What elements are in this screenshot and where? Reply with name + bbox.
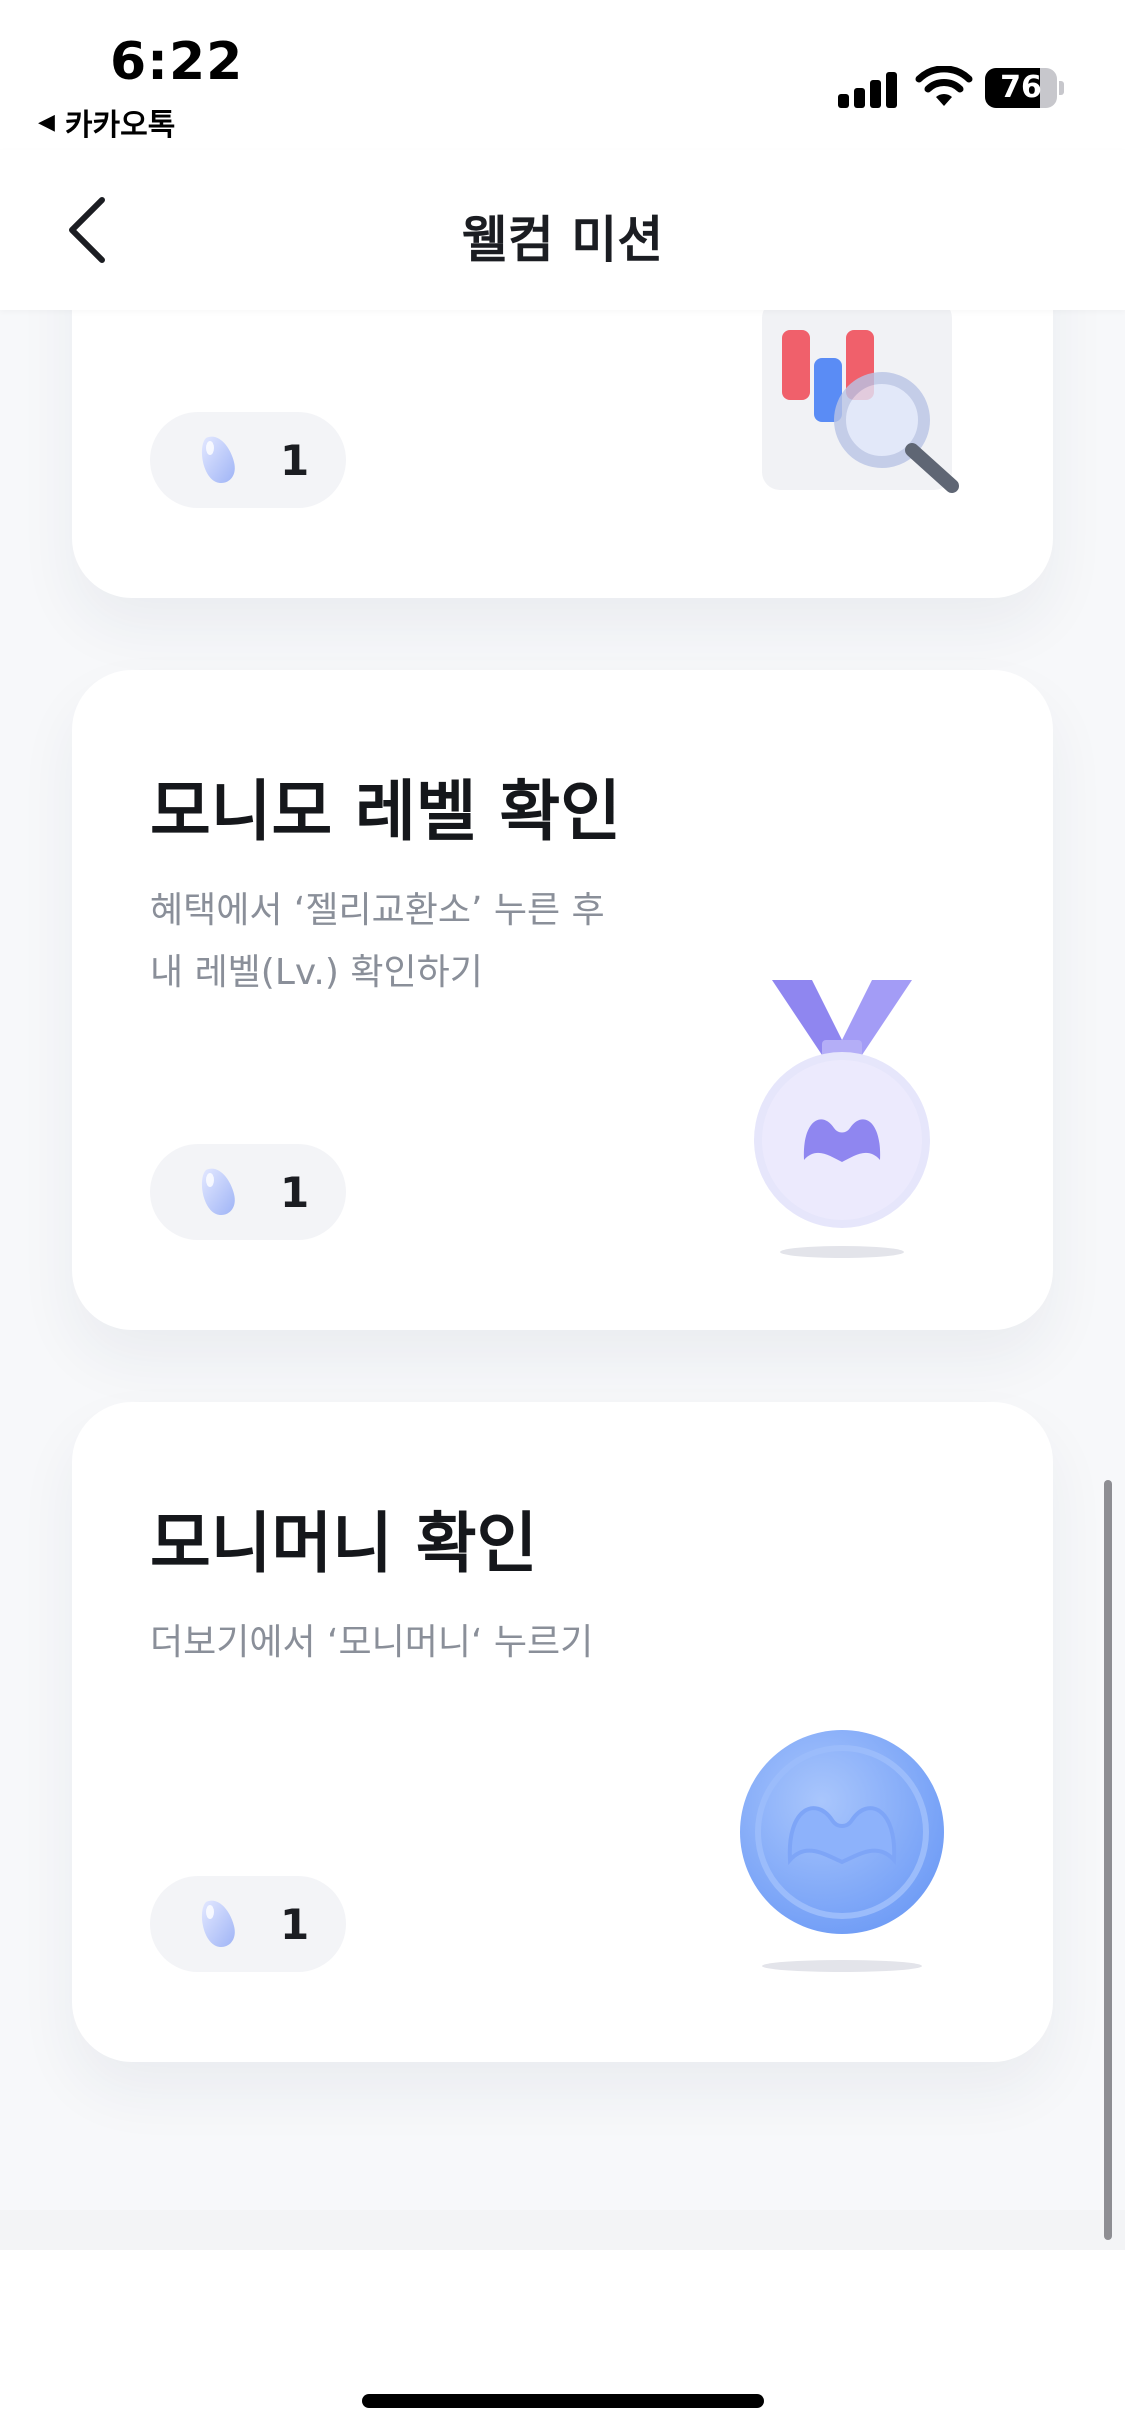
jelly-icon xyxy=(201,1168,235,1216)
status-time: 6:22 xyxy=(110,32,244,92)
back-app-label: 카카오톡 xyxy=(64,108,176,143)
signal-icon xyxy=(838,68,898,108)
reward-count: 1 xyxy=(280,1899,310,1949)
reward-badge: 1 xyxy=(150,412,346,508)
reward-count: 1 xyxy=(280,435,310,485)
navigation-bar: 웰컴 미션 xyxy=(0,150,1125,310)
jelly-icon xyxy=(201,1900,235,1948)
medal-icon xyxy=(754,980,930,1258)
mission-title: 모니머니 확인 xyxy=(150,1505,538,1582)
status-bar: 6:22 ◀ 카카오톡 76 xyxy=(0,0,1125,150)
bottom-area xyxy=(0,2250,1125,2436)
scrollbar[interactable] xyxy=(1104,1480,1112,2240)
mission-card[interactable]: 모니머니 확인 더보기에서 ‘모니머니‘ 누르기 1 xyxy=(72,1402,1053,2062)
home-indicator[interactable] xyxy=(362,2394,764,2408)
reward-count: 1 xyxy=(280,1167,310,1217)
battery-icon: 76 xyxy=(985,68,1064,108)
back-to-app-link[interactable]: ◀ 카카오톡 xyxy=(38,100,175,144)
wifi-icon xyxy=(915,66,973,106)
reward-badge: 1 xyxy=(150,1144,346,1240)
jelly-icon xyxy=(201,436,235,484)
page-title: 웰컴 미션 xyxy=(461,211,664,269)
mission-description: 혜택에서 ‘젤리교환소’ 누른 후 내 레벨(Lv.) 확인하기 xyxy=(150,890,605,993)
mission-description: 더보기에서 ‘모니머니‘ 누르기 xyxy=(150,1622,594,1663)
reward-badge: 1 xyxy=(150,1876,346,1972)
battery-percent: 76 xyxy=(1000,70,1042,105)
footer-divider xyxy=(0,2210,1125,2250)
coin-icon xyxy=(740,1730,944,1972)
chart-magnifier-icon xyxy=(762,300,959,493)
back-triangle-icon: ◀ xyxy=(38,109,55,135)
mission-card[interactable]: 모니모 레벨 확인 혜택에서 ‘젤리교환소’ 누른 후 내 레벨(Lv.) 확인… xyxy=(72,670,1053,1330)
mission-title: 모니모 레벨 확인 xyxy=(150,773,621,850)
